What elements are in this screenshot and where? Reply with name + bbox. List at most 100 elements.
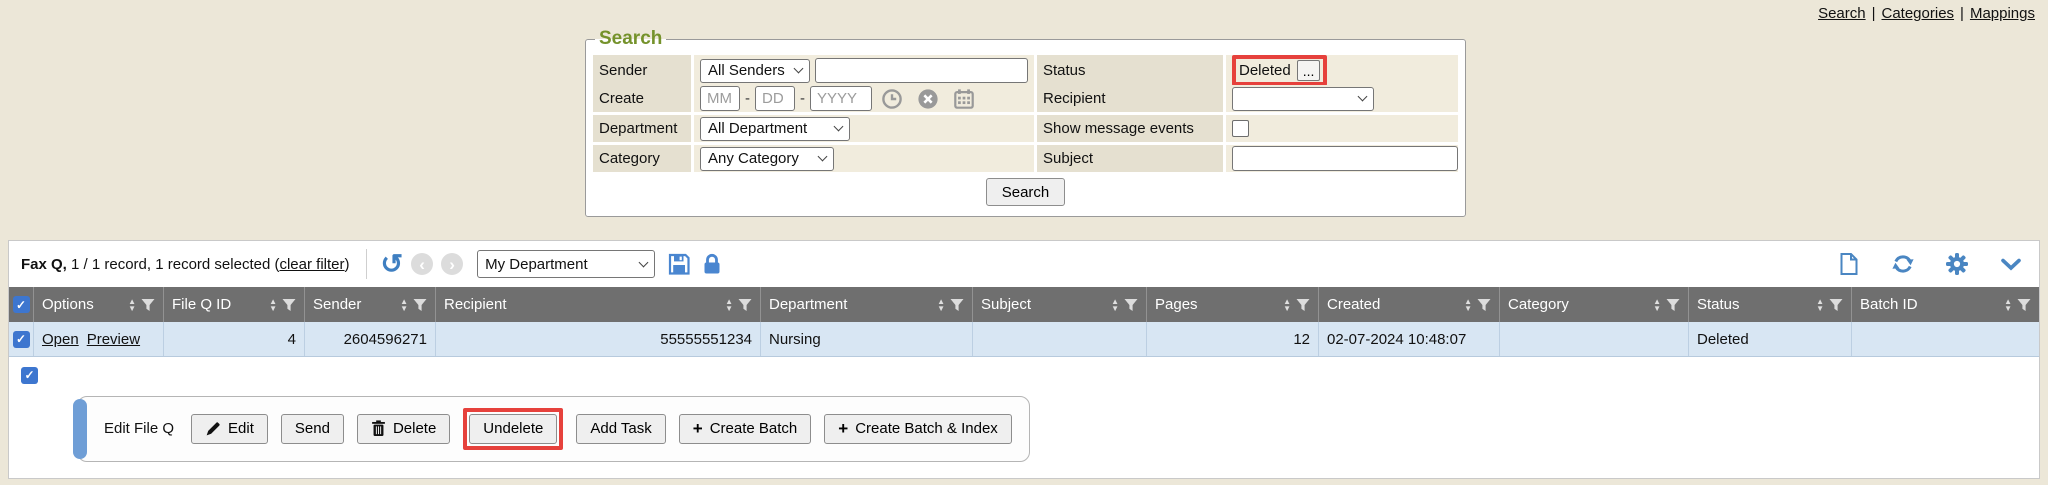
sort-icon[interactable]: ▲▼ [1111,298,1119,312]
create-batch-index-button[interactable]: + Create Batch & Index [824,414,1012,444]
sort-icon[interactable]: ▲▼ [937,298,945,312]
sort-icon[interactable]: ▲▼ [2004,298,2012,312]
sort-icon[interactable]: ▲▼ [1816,298,1824,312]
header-cell-subject: Subject ▲▼ [973,287,1147,322]
collapse-chevron-icon[interactable] [1999,252,2023,276]
send-button[interactable]: Send [281,414,344,444]
cell-pages: 12 [1147,322,1319,356]
create-day-input[interactable] [755,86,795,111]
select-all-checkbox[interactable]: ✓ [13,296,30,313]
clear-filter-link[interactable]: clear filter [279,256,344,273]
status-label: Status [1037,55,1223,86]
lock-icon[interactable] [700,252,724,276]
filter-icon[interactable] [1829,298,1843,312]
top-nav: Search|Categories|Mappings [1818,5,2035,22]
header-cell-options: Options ▲▼ [34,287,164,322]
refresh-icon[interactable] [1891,252,1915,276]
nav-link-categories[interactable]: Categories [1882,5,1955,22]
department-select[interactable]: All Department [700,117,850,141]
department-select-value: All Department [708,120,807,137]
status-value: Deleted [1239,62,1291,79]
chevron-down-icon [639,257,649,267]
sort-icon[interactable]: ▲▼ [128,298,136,312]
grid-title-bold: Fax Q, [21,256,67,273]
next-page-icon: › [441,253,463,275]
column-label: Created [1327,296,1380,313]
chevron-down-icon [1358,92,1368,102]
show-message-events-checkbox[interactable] [1232,120,1249,137]
sort-icon[interactable]: ▲▼ [269,298,277,312]
filter-icon[interactable] [1124,298,1138,312]
preview-link[interactable]: Preview [87,331,140,348]
sender-label: Sender [593,55,691,86]
grid-footer: ✓ Edit File Q Edit Send Delete Undelete [9,357,2039,478]
search-panel-legend: Search [595,28,666,50]
column-label: Category [1508,296,1569,313]
search-row-sender-status: Sender All Senders Status Deleted ... [593,55,1458,82]
filter-icon[interactable] [950,298,964,312]
cell-subject [973,322,1147,356]
column-label: Pages [1155,296,1198,313]
open-link[interactable]: Open [42,331,79,348]
clock-icon[interactable] [881,88,903,110]
status-highlight-annotation: Deleted ... [1232,55,1327,86]
filter-icon[interactable] [282,298,296,312]
sort-icon[interactable]: ▲▼ [725,298,733,312]
cell-created: 02-07-2024 10:48:07 [1319,322,1500,356]
save-view-icon[interactable] [667,252,691,276]
subject-input[interactable] [1232,146,1458,171]
filter-icon[interactable] [1296,298,1310,312]
filter-icon[interactable] [1477,298,1491,312]
row-checkbox[interactable]: ✓ [13,331,30,348]
status-more-button[interactable]: ... [1297,60,1321,81]
sender-select[interactable]: All Senders [700,59,810,83]
date-separator: - [745,90,750,107]
search-row-category-subject: Category Any Category Subject [593,145,1458,172]
add-task-button[interactable]: Add Task [576,414,665,444]
new-document-icon[interactable] [1837,252,1861,276]
send-button-label: Send [295,420,330,437]
nav-link-search[interactable]: Search [1818,5,1866,22]
undelete-button[interactable]: Undelete [469,414,557,444]
sort-icon[interactable]: ▲▼ [1464,298,1472,312]
table-row: ✓ OpenPreview 4 2604596271 55555551234 N… [9,322,2039,357]
filter-icon[interactable] [141,298,155,312]
create-batch-index-button-label: Create Batch & Index [855,420,998,437]
filter-icon[interactable] [738,298,752,312]
create-batch-button[interactable]: + Create Batch [679,414,811,444]
header-cell-sender: Sender ▲▼ [305,287,436,322]
grid-header-row: ✓ Options ▲▼ File Q ID ▲▼ Sender ▲▼ Reci… [9,287,2039,322]
column-label: Subject [981,296,1031,313]
search-button[interactable]: Search [986,178,1066,206]
cell-department: Nursing [761,322,973,356]
delete-button-label: Delete [393,420,436,437]
filter-icon[interactable] [1666,298,1680,312]
category-select[interactable]: Any Category [700,147,834,171]
column-label: File Q ID [172,296,231,313]
sender-text-input[interactable] [815,58,1028,83]
chevron-down-icon [818,152,828,162]
filter-icon[interactable] [413,298,427,312]
gear-icon[interactable] [1945,252,1969,276]
undo-icon[interactable]: ↺ [381,251,404,277]
search-panel: Search Sender All Senders Status Deleted… [585,28,1466,217]
cell-file-q-id: 4 [164,322,305,356]
sort-icon[interactable]: ▲▼ [1653,298,1661,312]
create-year-input[interactable] [810,86,872,111]
footer-select-checkbox[interactable]: ✓ [21,367,38,384]
recipient-select[interactable] [1232,87,1374,111]
sort-icon[interactable]: ▲▼ [1283,298,1291,312]
create-label: Create [593,85,691,112]
sort-icon[interactable]: ▲▼ [400,298,408,312]
edit-button[interactable]: Edit [191,414,268,444]
delete-button[interactable]: Delete [357,414,450,444]
clear-date-icon[interactable] [917,88,939,110]
header-cell-department: Department ▲▼ [761,287,973,322]
nav-link-mappings[interactable]: Mappings [1970,5,2035,22]
header-cell-status: Status ▲▼ [1689,287,1852,322]
header-cell-category: Category ▲▼ [1500,287,1689,322]
create-month-input[interactable] [700,86,740,111]
view-select[interactable]: My Department [477,250,655,278]
filter-icon[interactable] [2017,298,2031,312]
calendar-icon[interactable] [953,88,975,110]
